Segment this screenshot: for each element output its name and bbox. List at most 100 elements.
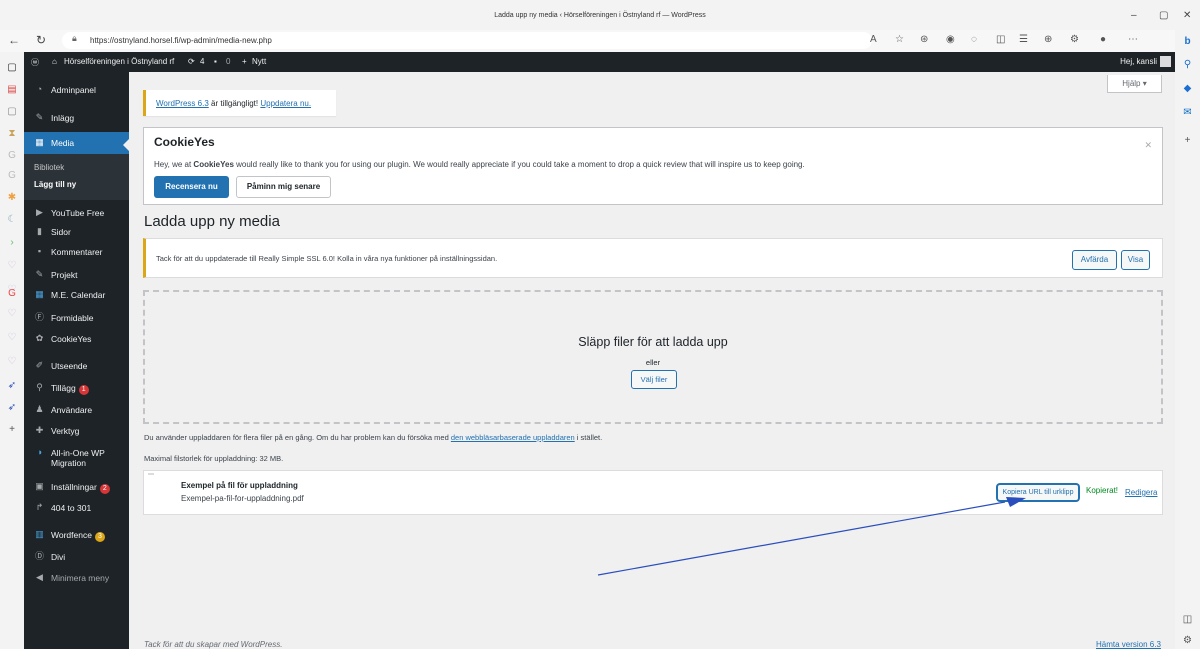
menu-item-dashboard[interactable]: ◔ Adminpanel: [24, 81, 129, 99]
new-plus-icon[interactable]: +: [242, 57, 247, 66]
wordpress-version-link[interactable]: WordPress 6.3: [156, 99, 209, 108]
upload-dropzone[interactable]: Släpp filer för att ladda upp eller Välj…: [143, 290, 1163, 424]
tab-bird-icon[interactable]: ➶: [6, 380, 18, 392]
tab-g2-icon[interactable]: G: [6, 170, 18, 182]
menu-label: M.E. Calendar: [51, 290, 106, 300]
tab-orange-icon[interactable]: ✱: [6, 192, 18, 204]
tab-hourglass-icon[interactable]: ⧗: [6, 128, 18, 140]
menu-item-media[interactable]: ▦ Media: [24, 132, 129, 154]
tab-heart3-icon[interactable]: ♡: [6, 308, 18, 320]
cookieyes-message: Hey, we at CookieYes would really like t…: [154, 160, 805, 169]
updates-count[interactable]: 4: [200, 57, 204, 66]
show-button[interactable]: Visa: [1121, 250, 1150, 270]
remind-later-button[interactable]: Påminn mig senare: [236, 176, 331, 198]
refresh-icon[interactable]: ↻: [36, 33, 46, 47]
menu-item-appearance[interactable]: ✐ Utseende: [24, 357, 129, 375]
menu-item-formidable[interactable]: Ⓕ Formidable: [24, 309, 129, 327]
menu-item-plugins[interactable]: ⚲ Tillägg 1: [24, 379, 129, 397]
comments-icon[interactable]: ▪: [214, 57, 217, 66]
address-bar[interactable]: 🔒︎ https://ostnyland.horsel.fi/wp-admin/…: [62, 32, 872, 49]
extensions-icon[interactable]: ⚙: [1070, 34, 1079, 45]
menu-item-tools[interactable]: ✚ Verktyg: [24, 422, 129, 440]
help-tab[interactable]: Hjälp ▾: [1107, 75, 1162, 93]
avatar[interactable]: [1160, 56, 1171, 67]
menu-label: Verktyg: [51, 426, 80, 436]
tab-arrow-icon[interactable]: ›: [6, 237, 18, 249]
menu-item-youtube[interactable]: ▶ YouTube Free: [24, 204, 129, 222]
review-now-button[interactable]: Recensera nu: [154, 176, 229, 198]
tab-actions-icon[interactable]: ▢: [6, 62, 18, 74]
add-sidebar-icon[interactable]: +: [1181, 134, 1194, 147]
site-name-link[interactable]: Hörselföreningen i Östnyland rf: [64, 57, 174, 66]
tab-bird2-icon[interactable]: ➶: [6, 402, 18, 414]
dismiss-button[interactable]: Avfärda: [1072, 250, 1117, 270]
new-tab-icon[interactable]: +: [6, 424, 18, 436]
bing-icon[interactable]: b: [1181, 35, 1194, 48]
menu-item-collapse[interactable]: ◀ Minimera meny: [24, 569, 129, 587]
submenu-add-new[interactable]: Lägg till ny: [34, 180, 76, 189]
favorite-star-icon[interactable]: ☆: [895, 34, 904, 45]
menu-item-comments[interactable]: ▪ Kommentarer: [24, 243, 129, 261]
extension-2-icon[interactable]: ◉: [946, 34, 955, 45]
update-now-link[interactable]: Uppdatera nu.: [260, 99, 311, 108]
plugin-icon: ⚲: [36, 382, 43, 392]
menu-item-settings[interactable]: ▣ Inställningar 2: [24, 478, 129, 496]
msg-part: would really like to thank you for using…: [233, 160, 805, 169]
comments-count[interactable]: 0: [226, 57, 230, 66]
shopping-icon[interactable]: ◆: [1181, 82, 1194, 95]
tab-pdf-icon[interactable]: ▤: [6, 84, 18, 96]
copy-url-button[interactable]: Kopiera URL till urklipp: [997, 484, 1079, 501]
tab-page-icon[interactable]: ▢: [6, 106, 18, 118]
sidebar-settings-icon[interactable]: ⚙: [1181, 634, 1194, 647]
favorites-icon[interactable]: ☰: [1019, 34, 1028, 45]
search-icon[interactable]: ⚲: [1181, 58, 1194, 71]
tab-g-icon[interactable]: G: [6, 150, 18, 162]
tab-google-icon[interactable]: G: [6, 288, 18, 300]
collections-icon[interactable]: ⊕: [1044, 34, 1052, 45]
browser-uploader-link[interactable]: den webbläsarbaserade uppladdaren: [451, 433, 575, 442]
menu-item-cookieyes[interactable]: ✿ CookieYes: [24, 330, 129, 348]
update-notice: WordPress 6.3 är tillgängligt! Uppdatera…: [143, 90, 336, 116]
wordpress-logo-icon[interactable]: ⓦ: [31, 57, 39, 68]
divi-icon: Ⓓ: [34, 551, 44, 561]
updates-icon[interactable]: ⟳: [188, 57, 195, 66]
dismiss-close-icon[interactable]: ✕: [1144, 140, 1152, 151]
submenu-library[interactable]: Bibliotek: [34, 163, 64, 172]
more-icon[interactable]: ⋯: [1128, 34, 1138, 45]
select-files-button[interactable]: Välj filer: [631, 370, 677, 389]
minimize-icon[interactable]: –: [1131, 10, 1137, 21]
outlook-icon[interactable]: ✉: [1181, 106, 1194, 119]
tab-heart-icon[interactable]: ♡: [6, 260, 18, 272]
menu-item-users[interactable]: ♟ Användare: [24, 401, 129, 419]
cookie-icon: ✿: [35, 333, 44, 343]
tab-heart4-icon[interactable]: ♡: [6, 332, 18, 344]
profile-icon[interactable]: ●: [1100, 34, 1106, 45]
edit-link[interactable]: Redigera: [1125, 488, 1157, 497]
tab-heart5-icon[interactable]: ♡: [6, 356, 18, 368]
menu-item-pages[interactable]: ▮ Sidor: [24, 223, 129, 241]
menu-item-wordfence[interactable]: ▥ Wordfence 3: [24, 526, 129, 544]
menu-item-posts[interactable]: ✎ Inlägg: [24, 109, 129, 127]
split-screen-icon[interactable]: ◫: [996, 34, 1005, 45]
account-greeting[interactable]: Hej, kansli: [1120, 57, 1157, 66]
menu-item-migration[interactable]: ◑ All-in-One WP Migration: [24, 444, 129, 470]
sidebar-layout-icon[interactable]: ◫: [1181, 613, 1194, 626]
tab-moon-icon[interactable]: ☾: [6, 214, 18, 226]
menu-label: Inlägg: [51, 113, 75, 123]
uploader-info: Du använder uppladdaren för flera filer …: [144, 433, 602, 442]
menu-item-calendar[interactable]: ▦ M.E. Calendar: [24, 286, 129, 304]
ssl-notice: Tack för att du uppdaterade till Really …: [143, 238, 1163, 278]
get-version-link[interactable]: Hämta version 6.3: [1096, 640, 1161, 649]
extension-icon[interactable]: ⊛: [920, 34, 928, 45]
menu-item-divi[interactable]: Ⓓ Divi: [24, 548, 129, 566]
read-aloud-icon[interactable]: A: [870, 34, 877, 45]
back-icon[interactable]: ←: [8, 33, 20, 47]
browser-window-title: Ladda upp ny media ‹ Hörselföreningen i …: [494, 12, 706, 19]
pages-icon: ▮: [37, 226, 42, 236]
new-content-link[interactable]: Nytt: [252, 57, 266, 66]
extension-3-icon[interactable]: ◌: [971, 34, 977, 45]
menu-item-redirect[interactable]: ↱ 404 to 301: [24, 499, 129, 517]
close-window-icon[interactable]: ✕: [1183, 10, 1191, 21]
menu-item-projects[interactable]: ✎ Projekt: [24, 266, 129, 284]
restore-icon[interactable]: ▢: [1159, 10, 1168, 21]
